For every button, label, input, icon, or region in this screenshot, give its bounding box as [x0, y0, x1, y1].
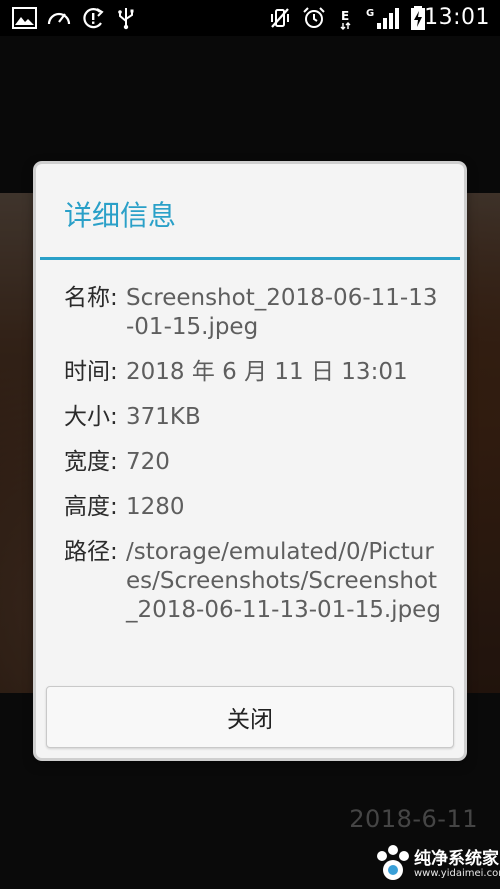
detail-row-time: 时间: 2018 年 6 月 11 日 13:01: [64, 358, 444, 387]
detail-row-height: 高度: 1280: [64, 493, 444, 522]
usb-icon: [118, 8, 134, 30]
detail-label: 大小:: [64, 404, 118, 430]
detail-label: 名称:: [64, 285, 118, 311]
speedometer-icon: [47, 12, 71, 25]
detail-value: 720: [126, 449, 170, 475]
dialog-title: 详细信息: [64, 199, 177, 232]
title-divider: [40, 257, 460, 260]
vibrate-off-icon: [271, 8, 289, 28]
watermark-brand: 纯净系统家园: [414, 849, 500, 869]
svg-text:G: G: [366, 8, 374, 19]
clock: 13:01: [424, 5, 490, 30]
detail-label: 宽度:: [64, 449, 118, 475]
svg-text:E: E: [341, 9, 349, 23]
signal-g-icon: G: [366, 8, 399, 29]
data-e-icon: E: [340, 9, 351, 30]
detail-value: /storage/emulated/0/Pictures/Screenshots…: [126, 539, 441, 623]
detail-label: 高度:: [64, 494, 118, 520]
status-bar: E G 13:01: [0, 0, 500, 36]
detail-value: 371KB: [126, 404, 201, 430]
alarm-icon: [303, 7, 325, 28]
watermark: 纯净系统家园 www.yidaimei.com: [372, 840, 500, 889]
close-button[interactable]: 关闭: [46, 686, 454, 748]
detail-row-name: 名称: Screenshot_2018-06-11-13-01-15.jpeg: [64, 284, 444, 342]
detail-value: 2018 年 6 月 11 日 13:01: [126, 359, 408, 385]
detail-row-size: 大小: 371KB: [64, 403, 444, 432]
detail-row-width: 宽度: 720: [64, 448, 444, 477]
detail-row-path: 路径: /storage/emulated/0/Pictures/Screens…: [64, 538, 444, 625]
watermark-logo-icon: [377, 845, 409, 880]
detail-label: 时间:: [64, 359, 118, 385]
detail-value: 1280: [126, 494, 185, 520]
watermark-url: www.yidaimei.com: [414, 868, 500, 879]
detail-value: Screenshot_2018-06-11-13-01-15.jpeg: [126, 285, 438, 340]
details-list: 名称: Screenshot_2018-06-11-13-01-15.jpeg …: [64, 284, 444, 641]
details-dialog: 详细信息 名称: Screenshot_2018-06-11-13-01-15.…: [36, 164, 464, 758]
image-icon: [12, 7, 37, 29]
detail-label: 路径:: [64, 539, 118, 565]
sync-alert-icon: [83, 8, 104, 29]
